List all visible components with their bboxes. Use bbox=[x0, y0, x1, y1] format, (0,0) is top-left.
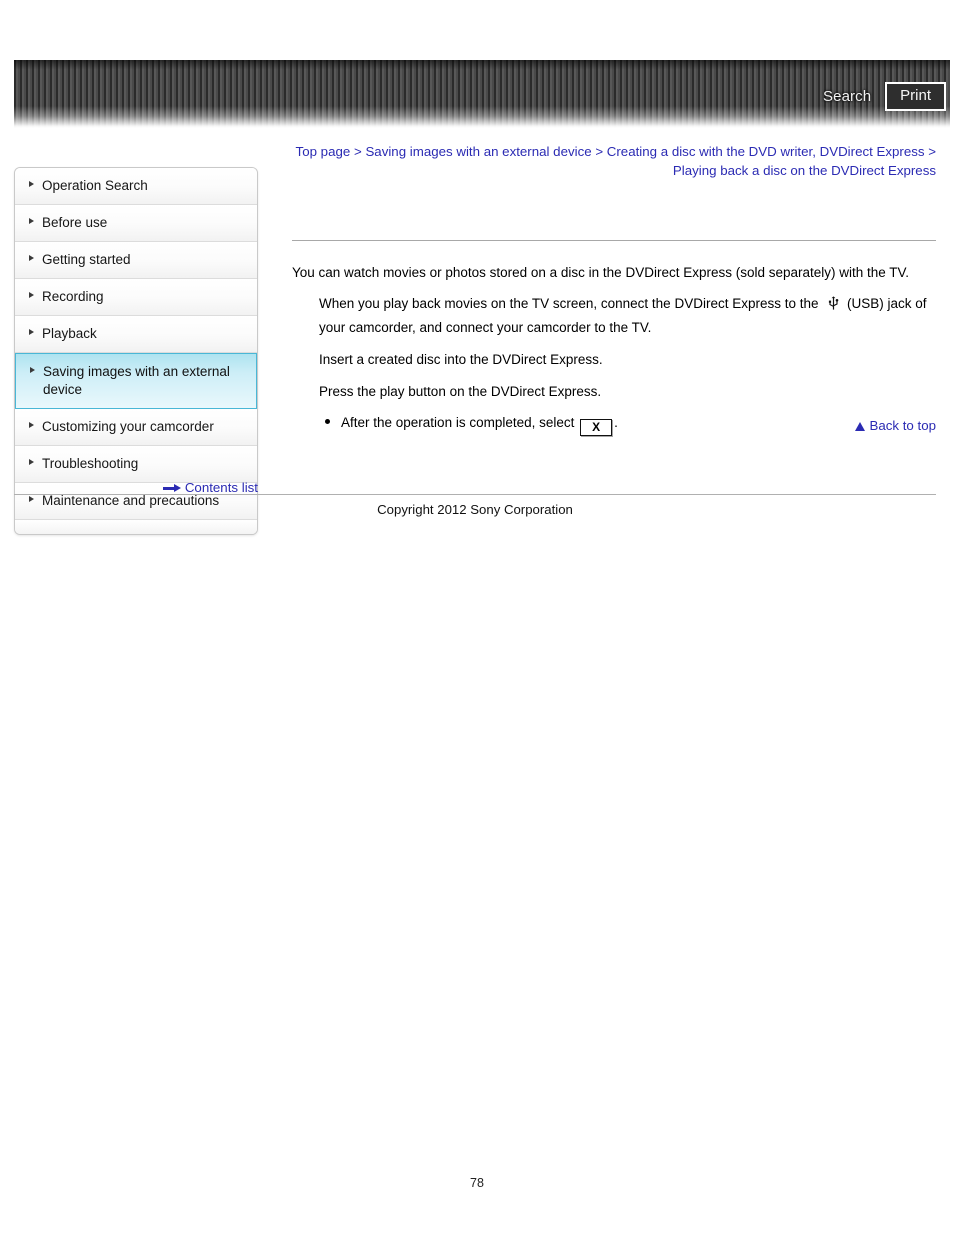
breadcrumb-item-top-page[interactable]: Top page bbox=[296, 144, 351, 159]
contents-list-label: Contents list bbox=[184, 480, 258, 495]
sidebar-item-customizing-your-camcorder[interactable]: Customizing your camcorder bbox=[15, 409, 257, 446]
usb-icon bbox=[828, 296, 839, 317]
breadcrumb-separator: > bbox=[353, 144, 362, 159]
step-text-part-a: When you play back movies on the TV scre… bbox=[319, 296, 819, 311]
sidebar-item-label: Saving images with an external device bbox=[43, 364, 230, 397]
breadcrumb-item-creating-a-disc[interactable]: Creating a disc with the DVD writer, DVD… bbox=[607, 144, 925, 159]
sidebar-item-label: Playback bbox=[42, 326, 97, 341]
content-step-connect: When you play back movies on the TV scre… bbox=[292, 293, 940, 338]
back-to-top-label: Back to top bbox=[869, 418, 936, 433]
footer-divider bbox=[14, 494, 936, 495]
chevron-right-icon bbox=[29, 218, 34, 224]
chevron-right-icon bbox=[29, 255, 34, 261]
breadcrumb-separator: > bbox=[595, 144, 604, 159]
search-button[interactable]: Search bbox=[823, 88, 871, 106]
breadcrumb-item-saving-images[interactable]: Saving images with an external device bbox=[365, 144, 591, 159]
sidebar-bottom-spacer bbox=[15, 520, 257, 534]
chevron-right-icon bbox=[29, 459, 34, 465]
content-top-divider bbox=[292, 240, 936, 241]
sidebar-item-troubleshooting[interactable]: Troubleshooting bbox=[15, 446, 257, 483]
sidebar-item-label: Customizing your camcorder bbox=[42, 419, 214, 434]
breadcrumb: Top page > Saving images with an externa… bbox=[292, 142, 936, 180]
sidebar-item-label: Troubleshooting bbox=[42, 456, 139, 471]
sidebar-item-playback[interactable]: Playback bbox=[15, 316, 257, 353]
main-content: You can watch movies or photos stored on… bbox=[292, 263, 940, 436]
sidebar-item-before-use[interactable]: Before use bbox=[15, 205, 257, 242]
arrow-right-icon bbox=[162, 483, 181, 493]
header-controls: Search Print bbox=[823, 82, 946, 111]
content-step-press-play: Press the play button on the DVDirect Ex… bbox=[319, 384, 602, 399]
page-number: 78 bbox=[470, 1176, 484, 1190]
print-button[interactable]: Print bbox=[885, 82, 946, 111]
sidebar-item-label: Getting started bbox=[42, 252, 131, 267]
back-to-top-link[interactable]: Back to top bbox=[292, 417, 936, 435]
chevron-right-icon bbox=[30, 367, 35, 373]
chevron-right-icon bbox=[29, 292, 34, 298]
header-banner: Search Print bbox=[14, 60, 950, 128]
sidebar-item-operation-search[interactable]: Operation Search bbox=[15, 168, 257, 205]
breadcrumb-item-playing-back-a-disc: Playing back a disc on the DVDirect Expr… bbox=[672, 163, 936, 178]
sidebar-item-saving-images-with-an-external-device[interactable]: Saving images with an external device bbox=[15, 353, 257, 409]
sidebar-item-recording[interactable]: Recording bbox=[15, 279, 257, 316]
sidebar-item-label: Before use bbox=[42, 215, 108, 230]
chevron-right-icon bbox=[29, 422, 34, 428]
sidebar-item-label: Recording bbox=[42, 289, 104, 304]
chevron-right-icon bbox=[29, 181, 34, 187]
chevron-right-icon bbox=[29, 329, 34, 335]
sidebar-item-label: Operation Search bbox=[42, 178, 148, 193]
content-lead-paragraph: You can watch movies or photos stored on… bbox=[292, 265, 910, 280]
sidebar-item-getting-started[interactable]: Getting started bbox=[15, 242, 257, 279]
copyright-text: Copyright 2012 Sony Corporation bbox=[377, 502, 573, 517]
content-step-insert-disc: Insert a created disc into the DVDirect … bbox=[319, 352, 603, 367]
breadcrumb-separator: > bbox=[928, 144, 936, 159]
triangle-up-icon bbox=[855, 421, 866, 431]
